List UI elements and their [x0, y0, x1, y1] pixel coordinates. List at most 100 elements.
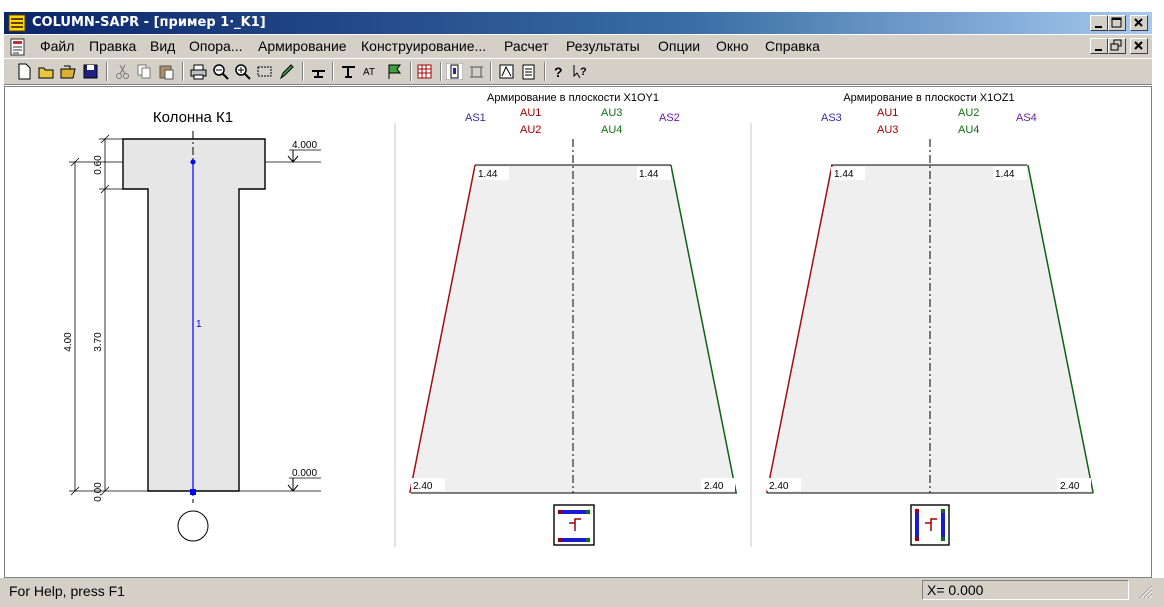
resize-grip-icon[interactable] — [1132, 580, 1154, 600]
column-body[interactable] — [122, 138, 266, 492]
label-as-left: AS1 — [465, 112, 486, 124]
minimize-icon — [1095, 26, 1102, 28]
label-au-right-top: AU3 — [601, 107, 622, 119]
dim-bottom: 0.00 — [93, 482, 104, 502]
status-x-readout: X= 0.000 — [922, 580, 1129, 600]
report-icon[interactable] — [520, 63, 537, 80]
column-view-icon[interactable] — [446, 63, 463, 80]
cut-icon[interactable] — [114, 63, 131, 80]
open-file-icon[interactable] — [60, 63, 77, 80]
menu-window[interactable]: Окно — [716, 38, 749, 54]
dim-top: 0.60 — [93, 155, 104, 175]
menu-help[interactable]: Справка — [765, 38, 820, 54]
menu-reinforcement[interactable]: Армирование — [258, 38, 347, 54]
label-au-right-bottom: AU4 — [958, 124, 979, 136]
drawing-canvas[interactable]: Колонна К1 1 4.00 0.60 3.70 0.00 4.000 0… — [5, 87, 1151, 577]
window-title: COLUMN-SAPR - [пример 1·_K1] — [32, 15, 266, 30]
paste-icon[interactable] — [158, 63, 175, 80]
text-at-icon[interactable]: AT — [362, 63, 379, 80]
menu-options[interactable]: Опции — [658, 38, 700, 54]
level-marker-top: 4.000 — [287, 140, 321, 163]
document-icon[interactable] — [8, 37, 28, 57]
app-icon[interactable] — [8, 14, 26, 32]
menu-results[interactable]: Результаты — [566, 38, 640, 54]
menu-bar: Файл Правка Вид Опора... Армирование Кон… — [4, 35, 1152, 58]
context-help-icon[interactable]: ? — [572, 63, 589, 80]
dim-shaft: 3.70 — [93, 332, 104, 352]
menu-design[interactable]: Конструирование... — [361, 38, 486, 54]
dim-total: 4.00 — [63, 332, 74, 352]
svg-text:?: ? — [554, 64, 563, 80]
label-au-left-top: AU1 — [520, 107, 541, 119]
svg-text:AT: AT — [363, 67, 375, 78]
member-label: 1 — [196, 319, 202, 330]
label-au-right-top: AU2 — [958, 107, 979, 119]
zoom-out-icon[interactable] — [212, 63, 229, 80]
level-marker-bottom: 0.000 — [287, 468, 321, 492]
section-icon[interactable] — [340, 63, 357, 80]
section-marker[interactable] — [177, 510, 209, 542]
section-icon-x1oy1[interactable] — [553, 504, 595, 546]
section-icon-x1oz1[interactable] — [910, 504, 950, 546]
save-icon[interactable] — [82, 63, 99, 80]
value-right-top: 1.44 — [995, 169, 1015, 180]
reinforcement-grid-icon[interactable] — [416, 63, 433, 80]
minimize-button[interactable] — [1090, 15, 1108, 31]
select-region-icon[interactable] — [256, 63, 273, 80]
reinforcement-panel-x1oy1[interactable]: Армирование в плоскости X1OY1 AS1 AU1 AU… — [409, 92, 737, 546]
status-bar: For Help, press F1 X= 0.000 — [0, 578, 1164, 607]
flag-icon[interactable] — [386, 63, 403, 80]
label-au-left-bottom: AU3 — [877, 124, 898, 136]
bottom-node[interactable] — [190, 489, 196, 495]
status-help-text: For Help, press F1 — [9, 583, 125, 599]
toolbar-separator — [490, 62, 492, 81]
new-file-icon[interactable] — [16, 63, 33, 80]
panel-title: Армирование в плоскости X1OY1 — [487, 92, 659, 104]
menu-support[interactable]: Опора... — [189, 38, 243, 54]
diagram-icon[interactable] — [498, 63, 515, 80]
doc-restore-button[interactable] — [1108, 38, 1126, 54]
column-title: Колонна К1 — [153, 109, 233, 126]
label-au-left-top: AU1 — [877, 107, 898, 119]
close-button[interactable] — [1130, 15, 1148, 31]
label-au-left-bottom: AU2 — [520, 124, 541, 136]
help-icon[interactable]: ? — [550, 63, 567, 80]
print-icon[interactable] — [190, 63, 207, 80]
menu-edit[interactable]: Правка — [89, 38, 136, 54]
support-icon[interactable] — [310, 63, 327, 80]
toolbar-separator — [302, 62, 304, 81]
top-node[interactable] — [190, 159, 196, 165]
zoom-in-icon[interactable] — [234, 63, 251, 80]
label-as-right: AS4 — [1016, 112, 1037, 124]
frame-icon[interactable] — [468, 63, 485, 80]
drawing-area[interactable]: Колонна К1 1 4.00 0.60 3.70 0.00 4.000 0… — [4, 86, 1152, 578]
pencil-icon[interactable] — [278, 63, 295, 80]
open-folder-icon[interactable] — [38, 63, 55, 80]
maximize-icon — [1111, 17, 1122, 28]
column-elevation[interactable]: Колонна К1 1 4.00 0.60 3.70 0.00 4.000 0… — [63, 109, 321, 542]
doc-close-button[interactable] — [1130, 38, 1148, 54]
doc-minimize-button[interactable] — [1090, 38, 1108, 54]
toolbar-separator — [106, 62, 108, 81]
toolbar-separator — [332, 62, 334, 81]
maximize-button[interactable] — [1108, 15, 1126, 31]
menu-view[interactable]: Вид — [150, 38, 175, 54]
menu-file[interactable]: Файл — [40, 38, 74, 54]
restore-icon — [1110, 39, 1122, 51]
title-bar[interactable]: COLUMN-SAPR - [пример 1·_K1] — [4, 12, 1152, 34]
panel-title: Армирование в плоскости X1OZ1 — [843, 92, 1014, 104]
close-icon — [1134, 41, 1143, 50]
close-icon — [1134, 18, 1143, 27]
value-right-top: 1.44 — [639, 169, 659, 180]
reinforcement-panel-x1oz1[interactable]: Армирование в плоскости X1OZ1 AS3 AU1 AU… — [766, 92, 1094, 546]
value-left-bottom: 2.40 — [769, 481, 789, 492]
menu-calculation[interactable]: Расчет — [504, 38, 549, 54]
toolbar: AT ? ? — [4, 58, 1152, 85]
minimize-icon — [1095, 49, 1102, 51]
level-bottom-label: 0.000 — [292, 468, 317, 479]
svg-text:?: ? — [580, 66, 587, 78]
app-window: COLUMN-SAPR - [пример 1·_K1] Файл Правка… — [0, 0, 1164, 607]
copy-icon[interactable] — [136, 63, 153, 80]
label-au-right-bottom: AU4 — [601, 124, 622, 136]
value-left-bottom: 2.40 — [413, 481, 433, 492]
